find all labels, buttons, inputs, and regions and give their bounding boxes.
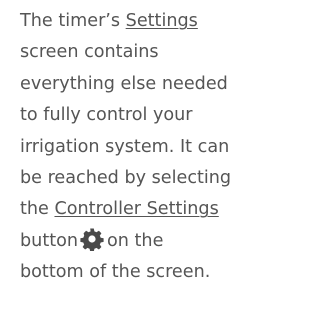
text-line-6: be reached by selecting	[20, 167, 232, 188]
text-line-8: button on the	[20, 226, 266, 257]
text-fragment: The timer’s	[20, 11, 126, 31]
text-line-7: the Controller Settings	[20, 194, 266, 225]
text-fragment: button	[20, 230, 79, 251]
settings-link[interactable]: Settings	[126, 11, 198, 31]
help-paragraph: The timer’s Settings screen contains eve…	[20, 6, 266, 289]
text-fragment: on the	[107, 230, 164, 251]
text-line-5: irrigation system. It can	[20, 136, 230, 157]
controller-settings-link[interactable]: Controller Settings	[54, 199, 218, 219]
gear-icon	[80, 227, 104, 251]
text-line-3: everything else needed	[20, 73, 228, 94]
text-line-1: The timer’s Settings	[20, 6, 266, 37]
text-line-4: to fully control your	[20, 105, 193, 126]
text-fragment: the	[20, 199, 55, 220]
text-line-9: bottom of the screen.	[20, 262, 211, 283]
text-line-2: screen contains	[20, 42, 159, 63]
